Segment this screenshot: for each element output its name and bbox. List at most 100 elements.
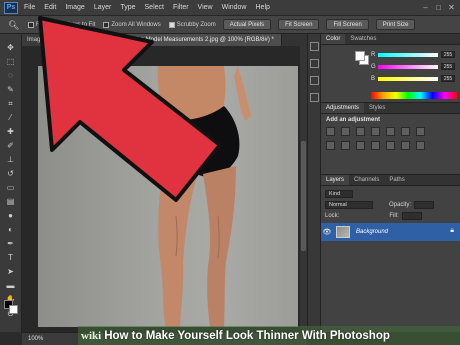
document-tabs: Image Plus Size Model Measurements 2.jpg… (22, 34, 307, 46)
blue-slider[interactable]: B 255 (371, 75, 455, 82)
color-balance-icon[interactable] (416, 127, 425, 136)
menu-file[interactable]: File (24, 4, 35, 11)
tab-paths[interactable]: Paths (384, 175, 409, 185)
caption-banner: wiki How to Make Yourself Look Thinner W… (78, 326, 460, 345)
vibrance-icon[interactable] (386, 127, 395, 136)
lock-icon[interactable]: 🔒︎ (450, 227, 454, 235)
gradient-tool-icon[interactable]: ▤ (4, 196, 18, 207)
brightness-contrast-icon[interactable] (326, 127, 335, 136)
character-panel-icon[interactable] (309, 76, 319, 85)
close-icon[interactable]: ✕ (447, 3, 456, 12)
actual-pixels-button[interactable]: Actual Pixels (222, 19, 272, 30)
color-spectrum[interactable] (371, 92, 457, 99)
exposure-icon[interactable] (371, 127, 380, 136)
foreground-color-chip[interactable] (355, 51, 365, 61)
layers-panel-tabs: Layers Channels Paths (321, 175, 460, 186)
menu-view[interactable]: View (198, 4, 213, 11)
vertical-scrollbar[interactable] (300, 46, 307, 332)
menu-help[interactable]: Help (256, 4, 270, 11)
eraser-tool-icon[interactable]: ▭ (4, 182, 18, 193)
print-size-button[interactable]: Print Size (375, 19, 416, 30)
move-tool-icon[interactable]: ✥ (4, 42, 18, 53)
opacity-field[interactable] (414, 200, 435, 209)
tab-adjustments[interactable]: Adjustments (321, 103, 365, 113)
history-brush-tool-icon[interactable]: ↺ (4, 168, 18, 179)
blur-tool-icon[interactable]: ● (4, 210, 18, 221)
scrollbar-thumb[interactable] (301, 141, 306, 251)
zoom-all-windows-checkbox[interactable]: Zoom All Windows (103, 21, 161, 28)
properties-panel-icon[interactable] (309, 59, 319, 68)
lock-row: Lock: Fill: (321, 210, 460, 221)
fit-screen-button[interactable]: Fit Screen (278, 19, 320, 30)
model-photo (60, 66, 251, 327)
slider-track[interactable] (378, 76, 438, 81)
channel-value[interactable]: 255 (441, 51, 455, 58)
slider-track[interactable] (378, 64, 438, 69)
checkbox-label: Resize Windows to Fit (36, 21, 96, 28)
posterize-icon[interactable] (401, 141, 410, 150)
visibility-eye-icon[interactable]: 👁︎ (321, 228, 333, 236)
tab-channels[interactable]: Channels (349, 175, 384, 185)
menu-window[interactable]: Window (222, 4, 247, 11)
minimize-icon[interactable]: – (421, 3, 430, 12)
healing-brush-tool-icon[interactable]: ✚ (4, 126, 18, 137)
tab-plus-size-model[interactable]: Plus Size Model Measurements 2.jpg @ 100… (114, 34, 282, 46)
red-slider[interactable]: R 255 (371, 51, 455, 58)
hue-saturation-icon[interactable] (401, 127, 410, 136)
adjustments-title: Add an adjustment (326, 117, 381, 123)
zoom-level[interactable]: 100% (28, 336, 43, 342)
brush-tool-icon[interactable]: ✐ (4, 140, 18, 151)
channel-value[interactable]: 255 (441, 63, 455, 70)
menu-image[interactable]: Image (65, 4, 84, 11)
color-lookup-icon[interactable] (371, 141, 380, 150)
checkbox-icon (103, 21, 110, 28)
green-slider[interactable]: G 255 (371, 63, 455, 70)
invert-icon[interactable] (386, 141, 395, 150)
tab-color[interactable]: Color (321, 34, 346, 44)
eyedropper-tool-icon[interactable]: ⁄ (4, 112, 18, 123)
levels-icon[interactable] (341, 127, 350, 136)
shape-tool-icon[interactable]: ▬ (4, 280, 18, 291)
kind-filter-select[interactable]: Kind (325, 189, 353, 198)
tab-layers[interactable]: Layers (321, 175, 350, 185)
lasso-tool-icon[interactable]: ◌ (4, 70, 18, 81)
menu-filter[interactable]: Filter (173, 4, 189, 11)
curves-icon[interactable] (356, 127, 365, 136)
tab-swatches[interactable]: Swatches (345, 34, 381, 44)
channel-mixer-icon[interactable] (356, 141, 365, 150)
resize-windows-checkbox[interactable]: Resize Windows to Fit (28, 21, 96, 28)
paragraph-panel-icon[interactable] (309, 93, 319, 102)
zoom-tool-icon[interactable]: 🔍︎ (8, 19, 20, 31)
photo-filter-icon[interactable] (341, 141, 350, 150)
type-tool-icon[interactable]: T (4, 252, 18, 263)
background-color-swatch[interactable] (9, 305, 18, 314)
tab-styles[interactable]: Styles (364, 103, 390, 113)
path-selection-tool-icon[interactable]: ➤ (4, 266, 18, 277)
pen-tool-icon[interactable]: ✒ (4, 238, 18, 249)
clone-stamp-tool-icon[interactable]: ⊥ (4, 154, 18, 165)
canvas-area[interactable] (22, 46, 307, 332)
menu-edit[interactable]: Edit (44, 4, 56, 11)
scrubby-zoom-checkbox[interactable]: Scrubby Zoom (168, 21, 216, 28)
threshold-icon[interactable] (416, 141, 425, 150)
fill-field[interactable] (401, 211, 422, 220)
tab-image[interactable]: Image (22, 34, 114, 46)
color-panel: Color Swatches R 255 G 255 B 255 (321, 34, 460, 102)
fill-screen-button[interactable]: Fill Screen (326, 19, 369, 30)
dodge-tool-icon[interactable]: ◐ (4, 224, 18, 235)
quick-select-tool-icon[interactable]: ✎ (4, 84, 18, 95)
menu-type[interactable]: Type (120, 4, 135, 11)
maximize-icon[interactable]: □ (434, 3, 443, 12)
options-bar: 🔍︎ Resize Windows to Fit Zoom All Window… (0, 16, 460, 34)
layer-background[interactable]: 👁︎ Background 🔒︎ (321, 223, 460, 241)
blend-mode-select[interactable]: Normal (325, 200, 373, 209)
layer-thumbnail (336, 226, 350, 238)
slider-track[interactable] (378, 52, 438, 57)
crop-tool-icon[interactable]: ⌗ (4, 98, 18, 109)
marquee-tool-icon[interactable]: ⬚ (4, 56, 18, 67)
history-panel-icon[interactable] (309, 42, 319, 51)
channel-value[interactable]: 255 (441, 75, 455, 82)
menu-select[interactable]: Select (145, 4, 164, 11)
black-white-icon[interactable] (326, 141, 335, 150)
menu-layer[interactable]: Layer (94, 4, 112, 11)
